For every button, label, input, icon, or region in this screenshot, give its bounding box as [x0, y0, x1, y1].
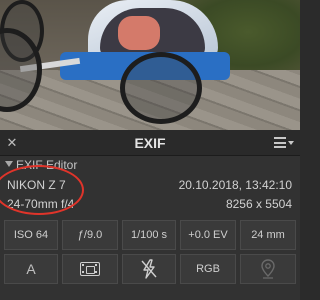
photo-preview [0, 0, 300, 130]
exposure-mode-cell[interactable]: A [4, 254, 58, 284]
exposure-compensation-cell[interactable]: +0.0 EV [180, 220, 236, 250]
iso-cell[interactable]: ISO 64 [4, 220, 58, 250]
metering-mode-cell[interactable] [62, 254, 118, 284]
panel-title: EXIF [134, 135, 166, 151]
location-pin-icon [261, 259, 275, 279]
image-dimensions: 8256 x 5504 [225, 197, 292, 211]
hamburger-menu-icon[interactable] [272, 134, 296, 152]
panel-header: ✕ EXIF [0, 130, 300, 156]
photo-wheel-right [120, 52, 202, 124]
capture-datetime: 20.10.2018, 13:42:10 [178, 178, 292, 192]
flash-off-icon [141, 259, 157, 279]
aperture-cell[interactable]: ƒ/9.0 [62, 220, 118, 250]
focal-length-cell[interactable]: 24 mm [240, 220, 296, 250]
shutter-speed-cell[interactable]: 1/100 s [122, 220, 176, 250]
matrix-metering-icon [80, 262, 100, 276]
exposure-grid: ISO 64 ƒ/9.0 1/100 s +0.0 EV 24 mm A RGB [4, 220, 296, 298]
photo-child [118, 16, 160, 50]
triangle-down-icon[interactable] [5, 161, 13, 167]
location-cell[interactable] [240, 254, 296, 284]
color-space-cell[interactable]: RGB [180, 254, 236, 284]
flash-cell[interactable] [122, 254, 176, 284]
exif-panel: ✕ EXIF EXIF Editor NIKON Z 7 20.10.2018,… [0, 130, 300, 300]
